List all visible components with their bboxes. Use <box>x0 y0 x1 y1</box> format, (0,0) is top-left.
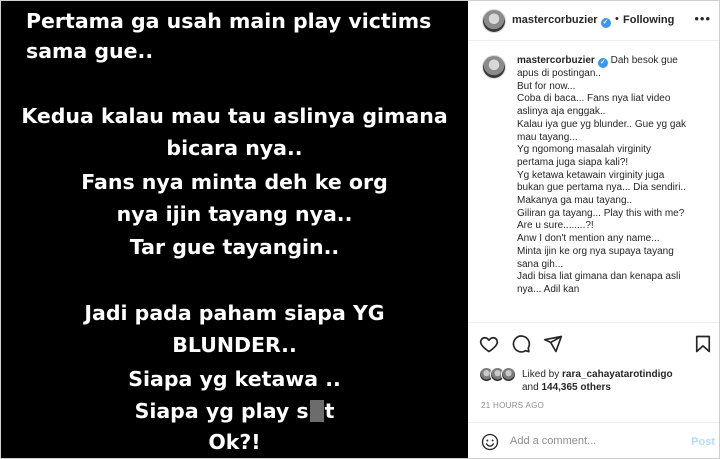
post-text-line: Fans nya minta deh ke org <box>81 170 388 194</box>
liked-by-prefix: Liked by <box>522 369 560 380</box>
post-text-line: Tar gue tayangin.. <box>129 235 340 259</box>
liked-by-user[interactable]: rara_cahayatarotindigo <box>562 369 673 380</box>
post-text-line: Pertama ga usah main play victims <box>26 9 432 33</box>
post-text-line: bicara nya.. <box>166 136 303 160</box>
bookmark-icon[interactable] <box>693 334 713 354</box>
caption-line: Coba di baca... Fans nya liat video <box>517 93 671 105</box>
comment-icon[interactable] <box>511 334 531 354</box>
post-text-line: nya ijin tayang nya.. <box>116 202 353 226</box>
post-text-line: Siapa yg play s t <box>1 399 468 423</box>
author-username[interactable]: mastercorbuzier ✓ <box>512 14 611 28</box>
verified-badge-icon: ✓ <box>600 18 611 28</box>
liked-by-and: and <box>522 382 539 393</box>
post-text-line: Kedua kalau mau tau aslinya gimana <box>21 104 448 128</box>
post-timestamp[interactable]: 21 HOURS AGO <box>481 401 544 410</box>
divider <box>468 322 719 323</box>
comment-row: Post <box>468 423 719 458</box>
caption-first-text: Dah besok gue <box>610 55 678 66</box>
caption-line: Yg ketawa ketawain virginity juga <box>517 169 665 181</box>
author-avatar[interactable] <box>482 9 506 33</box>
emoji-icon[interactable] <box>481 433 499 451</box>
caption-line: apus di postingan.. <box>517 68 601 79</box>
caption-line: nya... Adil kan <box>517 283 580 295</box>
liked-by-row: Liked by rara_cahayatarotindigo and 144,… <box>479 365 719 395</box>
post-side-panel: mastercorbuzier ✓ • Following ••• masterc… <box>468 1 719 458</box>
caption-line: Makanya ga mau tayang.. <box>517 195 633 207</box>
caption-line: Kalau iya gue yg blunder.. Gue yg gak <box>517 118 687 130</box>
caption-username-text[interactable]: mastercorbuzier <box>517 55 595 66</box>
caption-lines: apus di postingan.. But for now... Coba di… <box>517 68 713 297</box>
caption-line: pertama juga siapa kali?! <box>517 156 629 168</box>
post-header: mastercorbuzier ✓ • Following ••• <box>468 1 719 41</box>
post-image[interactable]: Pertama ga usah main play victims sama gu… <box>1 1 468 458</box>
caption-line: Yg ngomong masalah virginity <box>517 144 651 156</box>
caption-line: Minta ijin ke org nya supaya tayang <box>517 245 674 257</box>
caption-line: mau tayang... <box>517 131 578 143</box>
caption-area[interactable]: mastercorbuzier ✓ Dah besok gue apus di p… <box>468 42 719 321</box>
more-horizontal-icon[interactable]: ••• <box>694 11 711 26</box>
caption: mastercorbuzier ✓ Dah besok gue apus di p… <box>517 55 713 297</box>
post-text-line: Siapa yg ketawa .. <box>128 367 341 391</box>
author-username-text[interactable]: mastercorbuzier <box>512 14 598 26</box>
caption-line: Are u sure........?! <box>517 220 594 232</box>
comment-input[interactable] <box>510 432 680 450</box>
caption-line: Anw I don't mention any name... <box>517 233 660 245</box>
header-separator: • <box>615 13 619 25</box>
caption-line: Giliran ga tayang... Play this with me? <box>517 207 685 219</box>
caption-line: aslinya aja enggak.. <box>517 106 606 118</box>
post-text-segment: t <box>324 399 335 423</box>
caption-line: Jadi bisa liat gimana dan kenapa asli <box>517 271 681 283</box>
censor-block <box>309 400 324 422</box>
post-text-segment: Siapa yg play s <box>134 399 309 423</box>
action-bar <box>468 331 719 361</box>
following-button[interactable]: Following <box>623 14 674 26</box>
post-text-line: BLUNDER.. <box>172 333 297 357</box>
heart-icon[interactable] <box>479 334 499 354</box>
post-text-line: Ok?! <box>208 430 261 454</box>
likes-count[interactable]: 144,365 others <box>541 382 611 393</box>
instagram-post-window: Pertama ga usah main play victims sama gu… <box>0 0 720 459</box>
caption-line: sana gih... <box>517 258 564 270</box>
post-text-line: sama gue.. <box>26 39 154 63</box>
caption-line: But for now... <box>517 80 576 92</box>
post-image-text: Pertama ga usah main play victims sama gu… <box>1 1 468 458</box>
liker-avatar <box>501 367 516 382</box>
send-icon[interactable] <box>543 334 563 354</box>
post-text-line: Jadi pada paham siapa YG <box>84 301 385 325</box>
caption-avatar[interactable] <box>482 55 506 79</box>
post-comment-button[interactable]: Post <box>691 436 715 448</box>
liked-by-text: Liked by rara_cahayatarotindigo and 144,… <box>522 368 673 394</box>
verified-badge-icon: ✓ <box>597 58 608 68</box>
caption-username[interactable]: mastercorbuzier ✓ <box>517 55 608 68</box>
caption-line: bukan gue pertama nya... Dia sendiri.. <box>517 182 686 194</box>
caption-first-line: mastercorbuzier ✓ Dah besok gue <box>517 55 713 68</box>
